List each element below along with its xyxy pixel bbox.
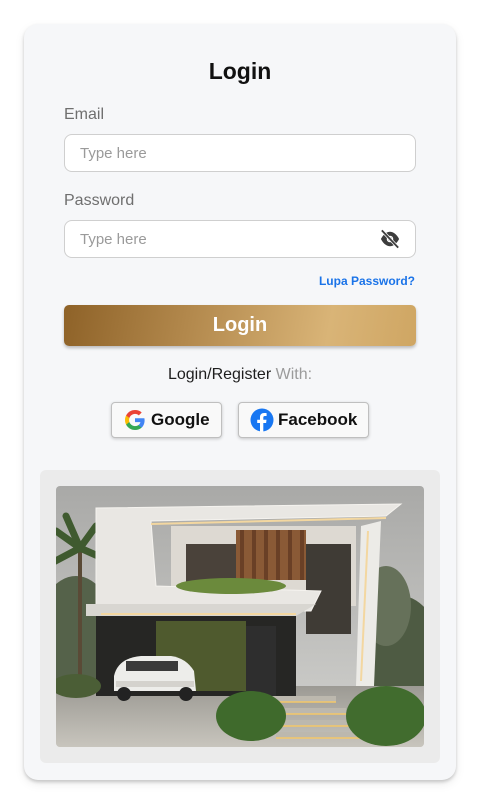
house-photo: [56, 486, 424, 747]
email-field[interactable]: Type here: [64, 134, 416, 172]
login-button[interactable]: Login: [64, 305, 416, 346]
facebook-label: Facebook: [278, 410, 358, 429]
social-login-caption: Login/Register With:: [24, 366, 456, 384]
google-login-button[interactable]: Google: [111, 402, 222, 438]
forgot-password-link[interactable]: Lupa Password?: [319, 274, 415, 288]
social-caption-main: Login/Register: [167, 366, 272, 383]
email-label: Email: [64, 106, 105, 123]
facebook-login-button[interactable]: Facebook: [238, 402, 369, 438]
password-label: Password: [64, 192, 135, 209]
eye-off-icon[interactable]: [379, 229, 401, 249]
page-title: Login: [208, 58, 272, 84]
password-field[interactable]: Type here: [64, 220, 416, 258]
facebook-f-icon: [250, 408, 274, 432]
google-g-icon: [125, 410, 145, 430]
social-caption-suffix: With:: [271, 366, 313, 383]
photo-frame: [40, 470, 440, 763]
email-placeholder: Type here: [80, 144, 147, 162]
google-label: Google: [151, 410, 210, 429]
password-placeholder: Type here: [80, 230, 147, 248]
login-card: Login Email Type here Password Type here…: [24, 24, 456, 780]
